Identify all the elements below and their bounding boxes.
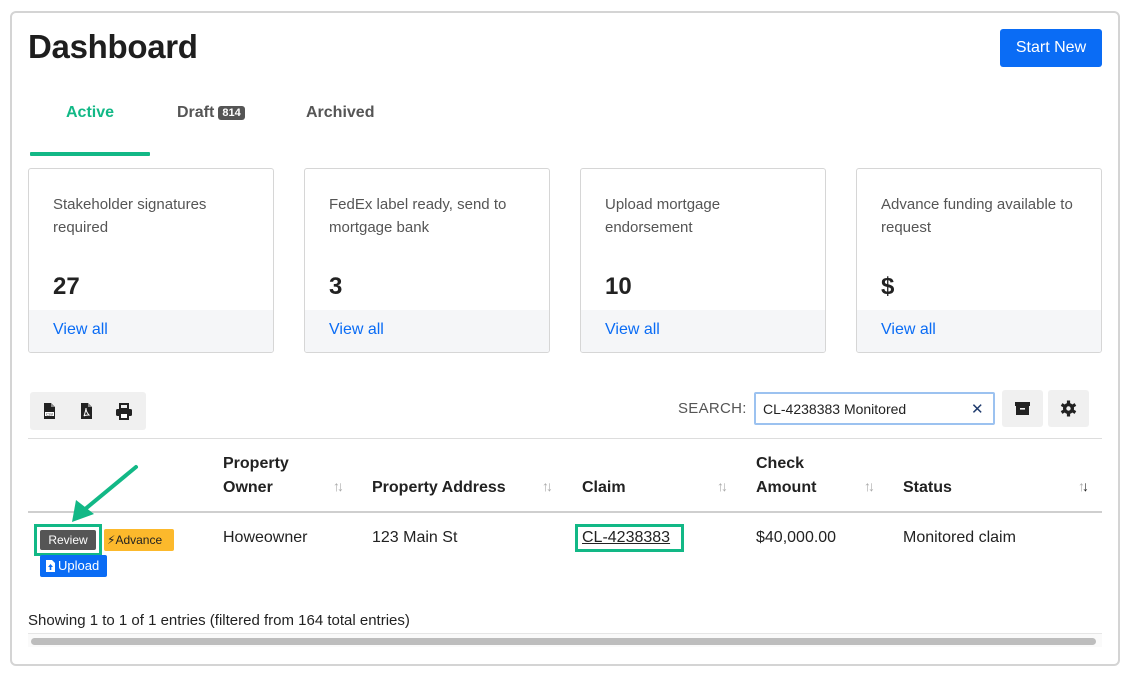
draft-count-badge: 814 (218, 106, 245, 120)
card-footer: View all (305, 310, 549, 352)
archive-icon[interactable] (1002, 390, 1043, 427)
review-button[interactable]: Review (40, 530, 96, 550)
card-value: $ (881, 273, 895, 300)
upload-label: Upload (58, 558, 100, 573)
card-title: Stakeholder signatures required (53, 196, 207, 236)
card-fedex: FedEx label ready, send to mortgage bank… (304, 168, 550, 353)
file-upload-icon (46, 560, 55, 572)
tab-archived[interactable]: Archived (306, 104, 374, 122)
sort-desc-icon[interactable]: ↑↓ (1078, 478, 1089, 494)
table-top-border (28, 438, 1102, 439)
card-value: 10 (605, 273, 632, 300)
card-footer: View all (581, 310, 825, 352)
svg-text:CSV: CSV (46, 412, 54, 416)
export-buttons: CSV (30, 392, 146, 430)
gear-icon[interactable] (1048, 390, 1089, 427)
tab-draft-label: Draft (177, 104, 215, 121)
clear-search-icon[interactable]: ✕ (971, 400, 984, 418)
card-mortgage: Upload mortgage endorsement 10 View all (580, 168, 826, 353)
table-info: Showing 1 to 1 of 1 entries (filtered fr… (28, 612, 410, 629)
advance-button[interactable]: ⚡Advance (104, 529, 174, 551)
card-title: Advance funding available to request (881, 196, 1073, 236)
cell-status: Monitored claim (903, 529, 1016, 546)
card-title: FedEx label ready, send to mortgage bank (329, 196, 507, 236)
search-label: SEARCH: (678, 400, 747, 417)
column-header-status[interactable]: Status (903, 476, 952, 500)
card-footer: View all (29, 310, 273, 352)
cell-owner: Howeowner (223, 529, 308, 546)
tab-draft[interactable]: Draft 814 (177, 104, 245, 122)
search-input[interactable] (754, 392, 995, 425)
header-divider (28, 511, 1102, 513)
annotation-arrow-icon (60, 462, 140, 528)
card-signatures: Stakeholder signatures required 27 View … (28, 168, 274, 353)
card-value: 3 (329, 273, 343, 300)
print-icon[interactable] (114, 401, 134, 421)
view-all-link[interactable]: View all (605, 321, 660, 339)
column-header-claim[interactable]: Claim (582, 476, 626, 500)
sort-icon[interactable]: ↑↓ (333, 478, 344, 494)
sort-icon[interactable]: ↑↓ (717, 478, 728, 494)
column-header-amount[interactable]: Check Amount (756, 452, 836, 500)
view-all-link[interactable]: View all (53, 321, 108, 339)
pdf-icon[interactable] (76, 401, 96, 421)
csv-icon[interactable]: CSV (39, 401, 59, 421)
start-new-button[interactable]: Start New (1000, 29, 1102, 67)
claim-link[interactable]: CL-4238383 (582, 529, 670, 547)
card-footer: View all (857, 310, 1101, 352)
horizontal-scrollbar[interactable] (28, 633, 1102, 647)
view-all-link[interactable]: View all (881, 321, 936, 339)
card-title: Upload mortgage endorsement (605, 196, 721, 236)
advance-label: Advance (115, 533, 163, 547)
cell-address: 123 Main St (372, 529, 458, 546)
cell-amount: $40,000.00 (756, 529, 837, 546)
card-value: 27 (53, 273, 80, 300)
column-header-address[interactable]: Property Address (372, 476, 506, 500)
upload-button[interactable]: Upload (40, 555, 107, 577)
column-header-owner[interactable]: Property Owner (223, 452, 303, 500)
page-title: Dashboard (28, 28, 198, 65)
scrollbar-thumb[interactable] (31, 638, 1096, 645)
active-tab-indicator (30, 152, 150, 156)
view-all-link[interactable]: View all (329, 321, 384, 339)
sort-icon[interactable]: ↑↓ (542, 478, 553, 494)
sort-icon[interactable]: ↑↓ (864, 478, 875, 494)
card-advance-funding: Advance funding available to request $ V… (856, 168, 1102, 353)
tab-active[interactable]: Active (66, 104, 114, 122)
